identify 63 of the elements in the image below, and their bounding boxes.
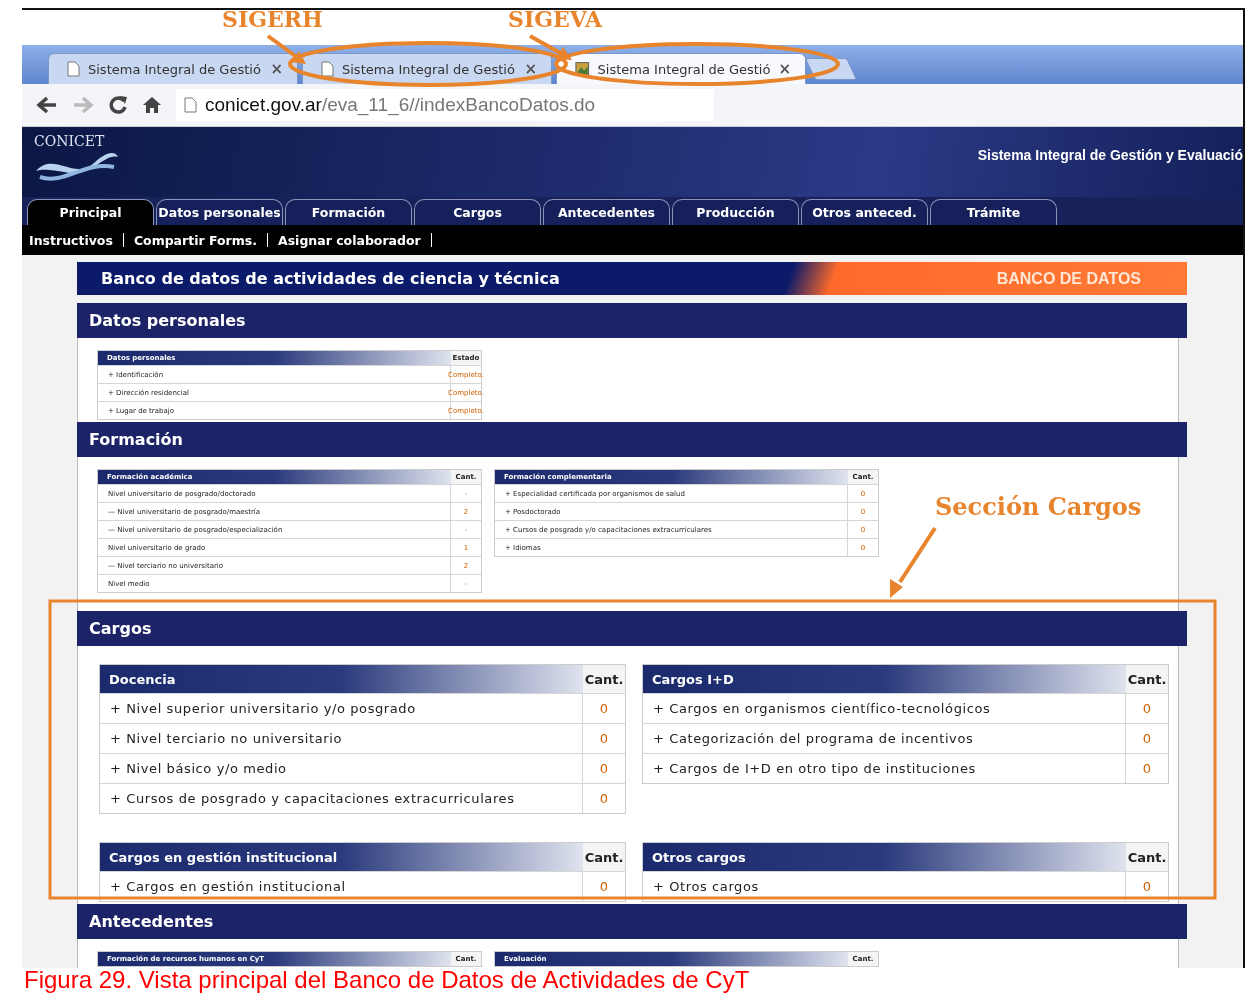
column-header: Cant.: [583, 665, 625, 693]
table-cell: 0: [1125, 872, 1168, 901]
table-link[interactable]: + Categorización del programa de incentivos: [643, 724, 1125, 753]
table-cell: 0: [582, 724, 625, 753]
section-title: Antecedentes: [89, 912, 214, 931]
site-title: Sistema Integral de Gestión y Evaluació: [977, 147, 1243, 163]
table-link[interactable]: + Cargos en organismos científico-tecnológicos: [643, 694, 1125, 723]
table-link[interactable]: + Cargos de I+D en otro tipo de instituciones: [643, 754, 1125, 783]
figure-caption: Figura 29. Vista principal del Banco de Datos de Actividades de CyT: [24, 966, 750, 994]
column-header: Cant.: [583, 843, 625, 871]
table-cell: 0: [1125, 754, 1168, 783]
nav-tab[interactable]: Trámite: [930, 199, 1057, 225]
section-title: Cargos: [89, 619, 152, 638]
table-cell: 0: [582, 754, 625, 783]
nav-tab[interactable]: Otros anteced.: [801, 199, 928, 225]
annotation-label: SIGERH: [222, 6, 323, 32]
close-icon[interactable]: ×: [524, 60, 537, 78]
nav-tab[interactable]: Formación: [285, 199, 412, 225]
banner-title: Banco de datos de actividades de ciencia y técnica: [101, 269, 560, 288]
table-title: Docencia: [100, 665, 583, 693]
table-title: Cargos I+D: [643, 665, 1126, 693]
table-title: Cargos en gestión institucional: [100, 843, 583, 871]
nav-tab[interactable]: Principal: [27, 199, 154, 225]
arrow: [266, 34, 306, 64]
arrow: [529, 34, 572, 60]
table-link[interactable]: + Cursos de posgrado y capacitaciones extracurriculares: [100, 784, 582, 813]
home-icon[interactable]: [142, 95, 162, 115]
table-title: Otros cargos: [643, 843, 1126, 871]
nav-tab[interactable]: Cargos: [414, 199, 541, 225]
table-link[interactable]: + Nivel terciario no universitario: [100, 724, 582, 753]
table-cell: 0: [1125, 724, 1168, 753]
sub-nav-link[interactable]: Compartir Forms.: [133, 232, 257, 248]
logo-text: CONICET: [34, 133, 106, 149]
page-icon: [184, 97, 197, 113]
nav-tab[interactable]: Antecedentes: [543, 199, 670, 225]
column-header: Cant.: [1126, 843, 1168, 871]
page-icon: [67, 61, 80, 77]
reload-icon[interactable]: [108, 95, 128, 115]
nav-tab[interactable]: Producción: [672, 199, 799, 225]
annotation-label: SIGEVA: [508, 6, 603, 32]
browser-tab[interactable]: Sistema Integral de Gestió ×: [48, 53, 298, 84]
table-cell: 0: [582, 872, 625, 901]
arrow: [890, 526, 937, 598]
section-title: Datos personales: [89, 311, 246, 330]
sub-nav-link[interactable]: Instructivos: [29, 232, 113, 248]
table-cell: 0: [1125, 694, 1168, 723]
close-icon[interactable]: ×: [270, 60, 283, 78]
section-title: Formación: [89, 430, 183, 449]
table-cell: 0: [582, 694, 625, 723]
banner-label: BANCO DE DATOS: [996, 269, 1141, 288]
close-icon[interactable]: ×: [778, 60, 791, 78]
table-link[interactable]: + Nivel básico y/o medio: [100, 754, 582, 783]
column-header: Cant.: [1126, 665, 1168, 693]
table-cell: 0: [582, 784, 625, 813]
back-icon[interactable]: [36, 96, 58, 114]
table-link[interactable]: + Cargos en gestión institucional: [100, 872, 582, 901]
nav-tab[interactable]: Datos personales: [156, 199, 283, 225]
page-icon: [321, 61, 334, 77]
sub-nav-link[interactable]: Asignar colaborador: [278, 232, 421, 248]
annotation-label: Sección Cargos: [935, 492, 1142, 521]
table-link[interactable]: + Nivel superior universitario y/o posgrado: [100, 694, 582, 723]
table-link[interactable]: + Otros cargos: [643, 872, 1125, 901]
address-field[interactable]: conicet.gov.ar/eva_11_6//indexBancoDatos.do: [176, 89, 714, 121]
